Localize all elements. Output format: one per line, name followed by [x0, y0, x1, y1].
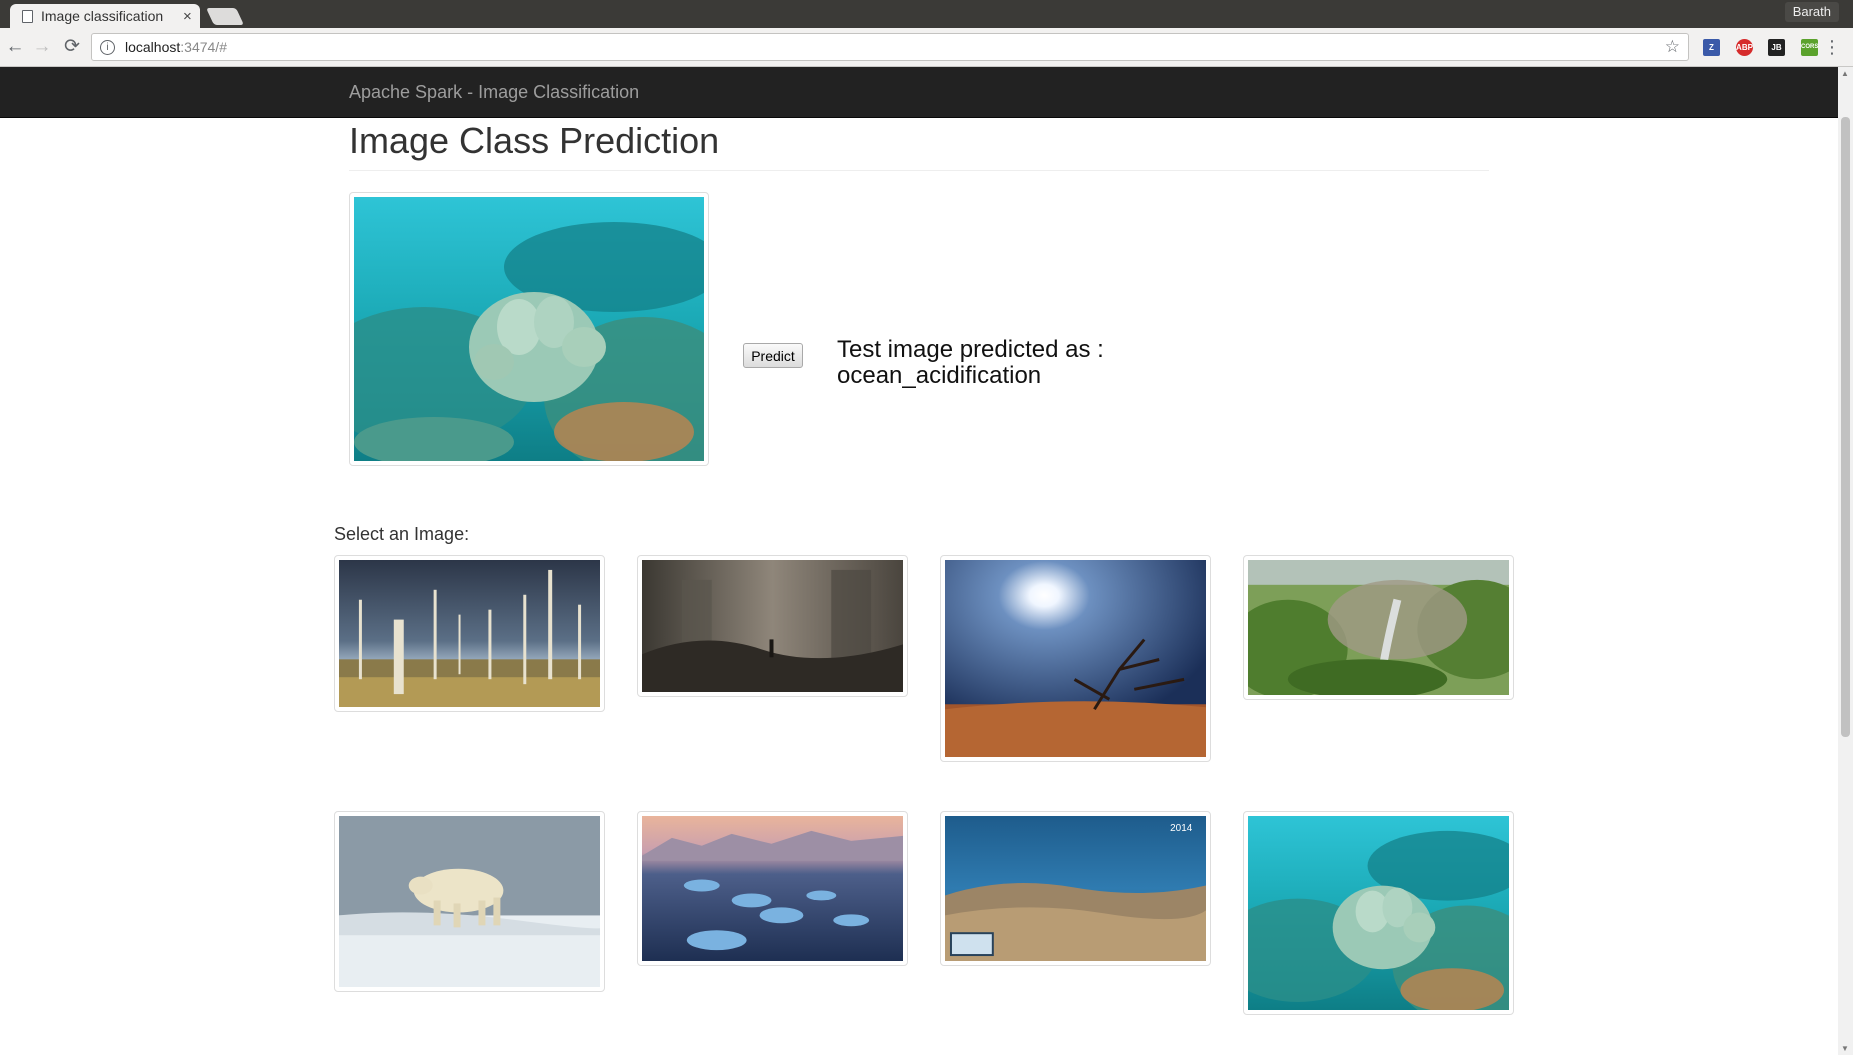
gallery-image-melting-icebergs[interactable] — [637, 811, 908, 966]
jsonview-extension-icon[interactable]: JB — [1768, 39, 1785, 56]
scrollbar-thumb[interactable] — [1841, 117, 1850, 737]
gallery-image-coral-bleaching[interactable]: 2014 — [940, 811, 1211, 966]
polluted-ruins-photo — [642, 560, 903, 692]
navbar-brand[interactable]: Apache Spark - Image Classification — [349, 82, 639, 103]
drought-sun-photo — [945, 560, 1206, 757]
page-scrollbar[interactable]: ▲ ▼ — [1838, 67, 1853, 1055]
profile-button[interactable]: Barath — [1784, 2, 1839, 22]
document-icon — [22, 9, 33, 23]
prediction-result: Test image predicted as : ocean_acidific… — [837, 337, 1104, 389]
adblock-plus-extension-icon[interactable]: ABP — [1736, 39, 1753, 56]
new-tab-button[interactable] — [206, 8, 244, 25]
extension-label: CORS — [1801, 44, 1819, 50]
gallery-image-polluted-ruins[interactable] — [637, 555, 908, 697]
back-arrow-icon[interactable]: ← — [3, 35, 27, 59]
predict-button[interactable]: Predict — [743, 343, 803, 368]
ocean-acidification-thumb-photo — [1248, 816, 1509, 1010]
page-viewport: Apache Spark - Image Classification Imag… — [0, 67, 1853, 1055]
coral-bleaching-photo: 2014 — [945, 816, 1206, 961]
forward-arrow-icon[interactable]: → — [30, 35, 54, 59]
scroll-up-arrow-icon[interactable]: ▲ — [1841, 69, 1849, 78]
extension-label: ABP — [1736, 43, 1753, 52]
info-icon[interactable]: i — [100, 39, 115, 55]
gallery-image-ocean-acidification[interactable] — [1243, 811, 1514, 1015]
extension-label: Z — [1709, 43, 1714, 52]
selected-image-preview — [349, 192, 709, 466]
browser-menu-icon[interactable]: ⋮ — [1823, 37, 1841, 57]
select-image-label: Select an Image: — [334, 524, 470, 544]
gallery-image-deforestation-smoke[interactable] — [1243, 555, 1514, 700]
browser-tab-active[interactable]: Image classification × — [10, 4, 200, 28]
top-navbar: Apache Spark - Image Classification — [0, 67, 1838, 118]
reload-icon[interactable]: ⟳ — [60, 35, 84, 59]
url-path: :3474/# — [180, 39, 227, 55]
title-divider — [349, 170, 1489, 171]
url-host: localhost — [125, 39, 181, 55]
melting-icebergs-photo — [642, 816, 903, 961]
close-tab-icon[interactable]: × — [183, 9, 192, 24]
gallery-image-polar-bear[interactable] — [334, 811, 605, 992]
dead-forest-photo — [339, 560, 600, 707]
address-bar[interactable]: i localhost:3474/# ☆ — [91, 33, 1689, 61]
cors-extension-icon[interactable]: CORS — [1801, 39, 1818, 56]
extension-label: JB — [1771, 43, 1782, 52]
gallery-image-drought-sun[interactable] — [940, 555, 1211, 762]
deforestation-smoke-photo — [1248, 560, 1509, 695]
polar-bear-photo — [339, 816, 600, 987]
prediction-class: ocean_acidification — [837, 362, 1042, 389]
gallery-image-dead-forest[interactable] — [334, 555, 605, 712]
browser-tabstrip: Image classification × Barath — [0, 0, 1853, 28]
scroll-down-arrow-icon[interactable]: ▼ — [1841, 1044, 1849, 1053]
year-overlay: 2014 — [1170, 823, 1193, 834]
page-title: Image Class Prediction — [349, 120, 720, 161]
prediction-label: Test image predicted as : — [837, 336, 1104, 363]
ocean-acidification-photo — [354, 197, 704, 461]
zotero-extension-icon[interactable]: Z — [1703, 39, 1720, 56]
tab-title: Image classification — [41, 8, 164, 24]
browser-toolbar: ← → ⟳ i localhost:3474/# ☆ Z ABP JB CORS… — [0, 28, 1853, 67]
bookmark-star-icon[interactable]: ☆ — [1665, 37, 1680, 57]
